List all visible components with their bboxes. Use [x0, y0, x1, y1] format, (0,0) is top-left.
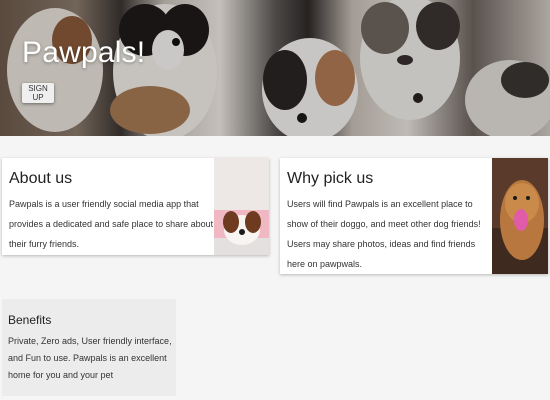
why-content: Why pick us Users will find Pawpals is a… [287, 170, 495, 274]
benefits-content: Benefits Private, Zero ads, User friendl… [8, 313, 174, 384]
golden-retriever-photo [492, 158, 548, 274]
about-title: About us [9, 170, 73, 187]
why-card: Why pick us Users will find Pawpals is a… [280, 158, 548, 274]
why-title: Why pick us [287, 170, 374, 187]
about-card: About us Pawpals is a user friendly soci… [2, 158, 269, 255]
puppy-photo [214, 158, 269, 255]
about-body: Pawpals is a user friendly social media … [9, 199, 214, 249]
site-title: Pawpals! [22, 36, 146, 69]
benefits-body: Private, Zero ads, User friendly interfa… [8, 336, 172, 380]
hero-banner: Pawpals! SIGN UP [0, 0, 550, 136]
benefits-card: Benefits Private, Zero ads, User friendl… [2, 299, 176, 396]
sign-up-button[interactable]: SIGN UP [22, 83, 54, 103]
benefits-title: Benefits [8, 313, 52, 327]
about-content: About us Pawpals is a user friendly soci… [9, 170, 214, 254]
why-body: Users will find Pawpals is an excellent … [287, 199, 481, 269]
